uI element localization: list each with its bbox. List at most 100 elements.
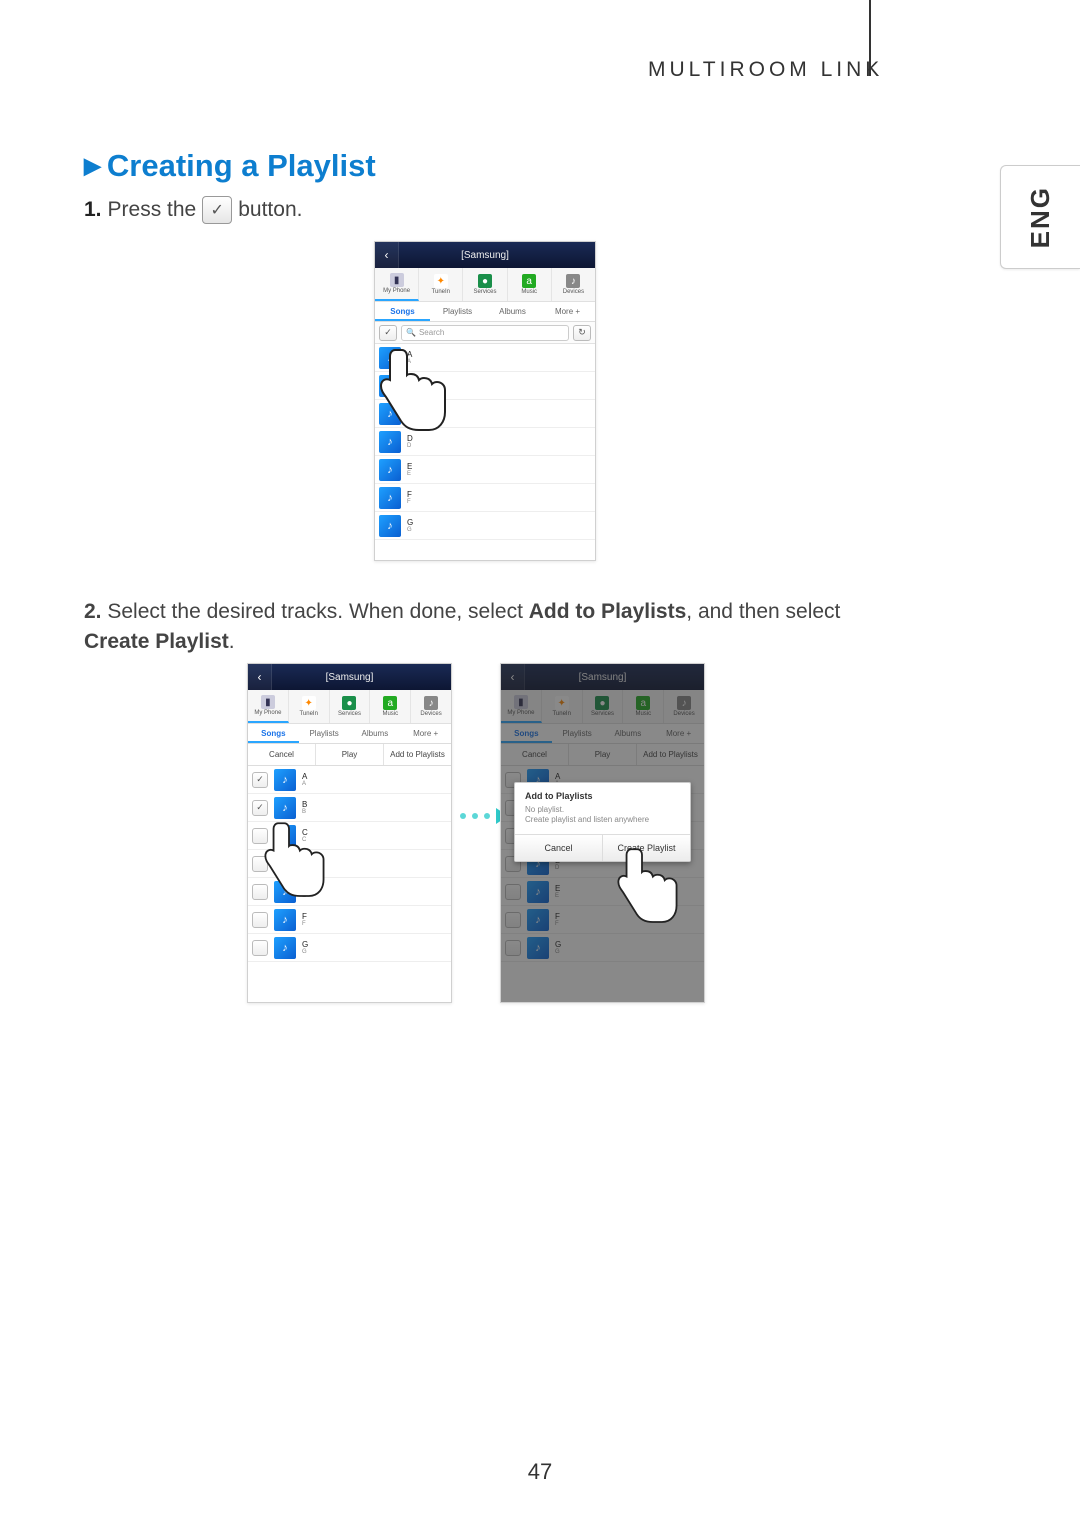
dialog-create-button[interactable]: Create Playlist (603, 835, 690, 861)
source-icon: a (522, 274, 536, 288)
screenshot-phone-1: ‹ [Samsung] ▮My Phone✦TuneIn●ServicesaMu… (374, 241, 596, 561)
album-art-icon: ♪ (274, 909, 296, 931)
tab-more-[interactable]: More + (540, 302, 595, 321)
page-number: 47 (528, 1459, 552, 1485)
back-button[interactable]: ‹ (501, 664, 525, 690)
source-services[interactable]: ●Services (463, 268, 507, 301)
source-my-phone[interactable]: ▮My Phone (375, 268, 419, 301)
track-checkbox[interactable]: ✓ (252, 800, 268, 816)
album-art-icon: ♪ (274, 881, 296, 903)
track-title: A (407, 379, 412, 387)
app-titlebar: ‹ [Samsung] (501, 664, 704, 690)
album-art-icon: ♪ (274, 825, 296, 847)
track-checkbox[interactable] (505, 912, 521, 928)
track-row[interactable]: ♪DD (248, 850, 451, 878)
step-2-bold-1: Add to Playlists (529, 600, 687, 623)
tab-playlists[interactable]: Playlists (299, 724, 350, 743)
track-row[interactable]: ♪EE (375, 456, 595, 484)
track-row[interactable]: ♪FF (501, 906, 704, 934)
play-button[interactable]: Play (569, 744, 637, 765)
tab-albums[interactable]: Albums (485, 302, 540, 321)
tab-playlists[interactable]: Playlists (552, 724, 603, 743)
tab-albums[interactable]: Albums (603, 724, 654, 743)
source-label: Devices (563, 289, 584, 295)
search-input[interactable]: 🔍Search (401, 325, 569, 341)
cancel-button[interactable]: Cancel (248, 744, 316, 765)
language-tab-label: ENG (1025, 186, 1056, 248)
track-subtitle: C (407, 415, 413, 421)
album-art-icon: ♪ (527, 909, 549, 931)
tab-albums[interactable]: Albums (350, 724, 401, 743)
track-row[interactable]: ♪EE (248, 878, 451, 906)
track-row[interactable]: ♪GG (501, 934, 704, 962)
cancel-button[interactable]: Cancel (501, 744, 569, 765)
source-tunein[interactable]: ✦TuneIn (542, 690, 583, 723)
app-titlebar: ‹ [Samsung] (248, 664, 451, 690)
track-row[interactable]: ✓♪BB (248, 794, 451, 822)
track-title: G (407, 519, 413, 527)
track-row[interactable]: ♪GG (375, 512, 595, 540)
track-row[interactable]: ♪FF (248, 906, 451, 934)
add-to-playlists-button[interactable]: Add to Playlists (384, 744, 451, 765)
action-row: CancelPlayAdd to Playlists (501, 744, 704, 766)
source-tunein[interactable]: ✦TuneIn (289, 690, 330, 723)
track-checkbox[interactable] (252, 828, 268, 844)
track-checkbox[interactable] (505, 884, 521, 900)
track-checkbox[interactable]: ✓ (252, 772, 268, 788)
track-checkbox[interactable] (252, 884, 268, 900)
add-to-playlists-button[interactable]: Add to Playlists (637, 744, 704, 765)
refresh-button[interactable]: ↻ (573, 325, 591, 341)
track-row[interactable]: ✓♪AA (248, 766, 451, 794)
play-button[interactable]: Play (316, 744, 384, 765)
source-my-phone[interactable]: ▮My Phone (248, 690, 289, 723)
dialog-cancel-button[interactable]: Cancel (515, 835, 603, 861)
section-header: MULTIROOM LINK (648, 58, 883, 82)
source-label: Services (474, 289, 497, 295)
track-row[interactable]: ♪AA (375, 344, 595, 372)
language-tab: ENG (1000, 165, 1080, 269)
source-music[interactable]: aMusic (370, 690, 411, 723)
track-row[interactable]: ♪GG (248, 934, 451, 962)
source-row: ▮My Phone✦TuneIn●ServicesaMusic♪Devices (375, 268, 595, 302)
search-icon: 🔍 (406, 328, 416, 337)
tab-songs[interactable]: Songs (375, 302, 430, 321)
track-title: F (302, 913, 307, 921)
track-title: F (555, 913, 560, 921)
source-music[interactable]: aMusic (508, 268, 552, 301)
source-devices[interactable]: ♪Devices (664, 690, 704, 723)
source-label: My Phone (383, 288, 410, 294)
tab-songs[interactable]: Songs (248, 724, 299, 743)
source-my-phone[interactable]: ▮My Phone (501, 690, 542, 723)
source-devices[interactable]: ♪Devices (552, 268, 595, 301)
source-label: Music (635, 711, 651, 717)
album-art-icon: ♪ (379, 431, 401, 453)
track-row[interactable]: ♪EE (501, 878, 704, 906)
track-row[interactable]: ♪FF (375, 484, 595, 512)
source-services[interactable]: ●Services (583, 690, 624, 723)
select-mode-button[interactable]: ✓ (379, 325, 397, 341)
tab-songs[interactable]: Songs (501, 724, 552, 743)
track-row[interactable]: ♪CC (248, 822, 451, 850)
track-row[interactable]: ♪AA (375, 372, 595, 400)
tab-more-[interactable]: More + (653, 724, 704, 743)
track-title: E (407, 463, 412, 471)
track-row[interactable]: ♪CC (375, 400, 595, 428)
back-button[interactable]: ‹ (248, 664, 272, 690)
tab-more-[interactable]: More + (400, 724, 451, 743)
track-row[interactable]: ♪DD (375, 428, 595, 456)
source-label: Music (521, 289, 537, 295)
back-button[interactable]: ‹ (375, 242, 399, 268)
tab-playlists[interactable]: Playlists (430, 302, 485, 321)
track-checkbox[interactable] (252, 912, 268, 928)
track-checkbox[interactable] (252, 940, 268, 956)
source-music[interactable]: aMusic (623, 690, 664, 723)
source-devices[interactable]: ♪Devices (411, 690, 451, 723)
source-tunein[interactable]: ✦TuneIn (419, 268, 463, 301)
track-checkbox[interactable] (252, 856, 268, 872)
source-services[interactable]: ●Services (330, 690, 371, 723)
track-title: G (302, 941, 308, 949)
track-checkbox[interactable] (505, 940, 521, 956)
track-title: F (407, 491, 412, 499)
source-icon: a (636, 696, 650, 710)
step-1: 1. Press the ✓ button. (84, 196, 302, 224)
